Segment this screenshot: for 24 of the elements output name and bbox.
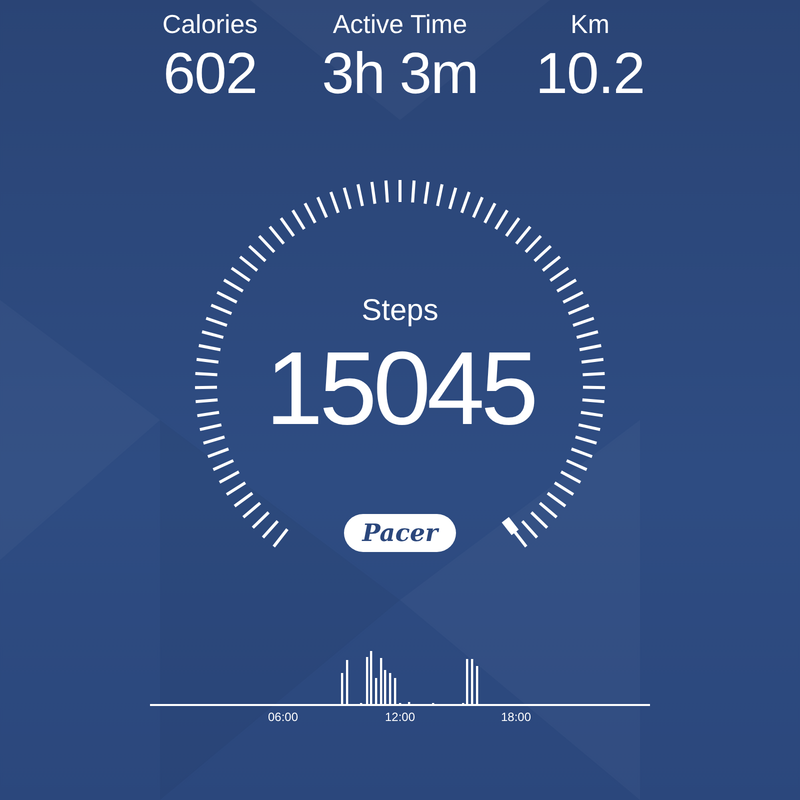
activity-bar xyxy=(389,673,392,704)
activity-bar xyxy=(471,659,474,704)
activity-bar xyxy=(375,678,378,704)
activity-bar xyxy=(380,658,382,704)
activity-bar xyxy=(384,670,386,704)
steps-label: Steps xyxy=(362,293,438,329)
activity-bar xyxy=(476,666,478,704)
activity-bar xyxy=(394,678,396,704)
stat-label: Km xyxy=(570,8,610,40)
stat-value: 602 xyxy=(163,40,257,108)
axis-label: 18:00 xyxy=(500,710,532,724)
activity-bar xyxy=(346,660,348,704)
logo-badge: Pacer xyxy=(344,514,456,552)
axis-label: 06:00 xyxy=(268,710,298,724)
steps-count: 15045 xyxy=(265,330,535,448)
activity-bar xyxy=(466,659,468,704)
activity-bar xyxy=(341,673,344,704)
stat-label: Active Time xyxy=(332,8,468,40)
activity-bar xyxy=(366,657,368,704)
stat-value: 10.2 xyxy=(536,40,644,108)
axis-label: 12:00 xyxy=(384,710,416,724)
stat-value: 3h 3m xyxy=(322,40,478,108)
stat-label: Calories xyxy=(162,8,258,40)
activity-bar xyxy=(370,651,372,704)
